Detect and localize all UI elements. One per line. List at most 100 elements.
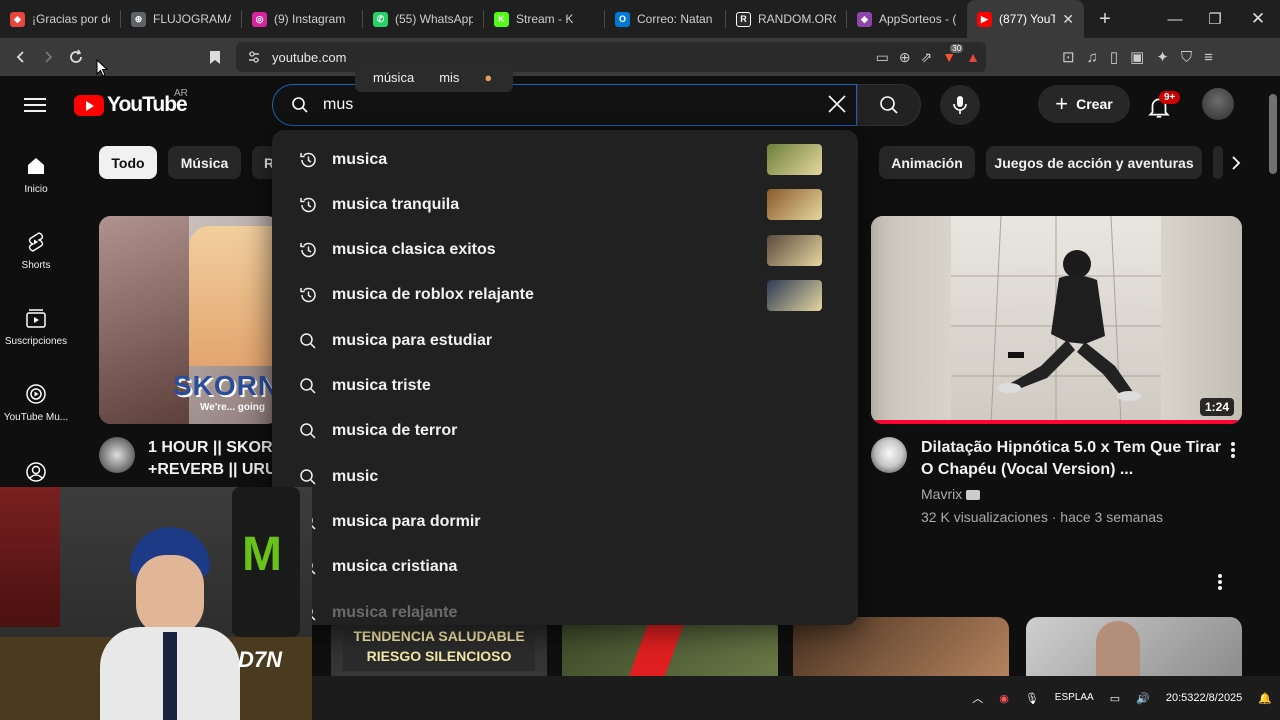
create-button[interactable]: + Crear xyxy=(1038,85,1130,123)
video-thumbnail-left[interactable]: SKORN We're... going xyxy=(99,216,279,424)
minimize-button[interactable]: — xyxy=(1155,0,1195,38)
sidebar-item-label: Suscripciones xyxy=(4,336,68,347)
sidebar-item-suscripciones[interactable]: Suscripciones xyxy=(0,306,72,347)
browser-tab[interactable]: ⊕ FLUJOGRAMA xyxy=(121,0,241,38)
video-thumbnail-right[interactable]: 1:24 xyxy=(871,216,1242,424)
clock-date: 22/8/2025 xyxy=(1193,691,1243,704)
browser-tab[interactable]: ◎ (9) Instagram xyxy=(242,0,362,38)
tab-search-icon[interactable]: ⊡ xyxy=(1062,48,1075,66)
cast-icon[interactable]: ▭ xyxy=(876,49,889,66)
notification-bell-icon[interactable]: 🔔 xyxy=(1258,692,1272,705)
menu-icon[interactable]: ≡ xyxy=(1204,49,1213,66)
suggestion-item[interactable]: musica xyxy=(272,137,858,182)
share-icon[interactable]: ⇗ xyxy=(921,49,933,66)
video-title-left[interactable]: 1 HOUR || SKORN +REVERB || URUM xyxy=(148,437,278,481)
app-tray-icon[interactable]: ◉ xyxy=(999,692,1009,705)
volume-icon[interactable]: 🔊 xyxy=(1136,692,1150,705)
network-icon[interactable]: ▭ xyxy=(1110,692,1120,705)
reload-button[interactable] xyxy=(62,43,90,71)
face-shape xyxy=(136,555,204,635)
thumbnail-overlay-text: SKORN xyxy=(173,370,279,401)
shelf-options-button[interactable] xyxy=(1212,572,1228,592)
tab-favicon-icon: ◎ xyxy=(252,11,267,27)
channel-avatar-right[interactable] xyxy=(871,437,907,473)
maximize-button[interactable]: ❐ xyxy=(1195,0,1235,38)
youtube-logo[interactable]: YouTube xyxy=(74,93,188,117)
microphone-icon[interactable]: 🎙 xyxy=(1025,692,1039,705)
suggestion-item[interactable]: musica relajante xyxy=(272,590,858,625)
account-avatar[interactable] xyxy=(1202,88,1234,120)
hint-word-1[interactable]: música xyxy=(373,70,414,85)
energy-can-shape: M xyxy=(232,487,300,637)
browser-tab[interactable]: R RANDOM.ORG xyxy=(726,0,846,38)
suggestion-text: musica para estudiar xyxy=(332,331,493,349)
search-input[interactable] xyxy=(323,96,793,114)
chip-juegos-accion-aventuras[interactable]: Juegos de acción y aventuras xyxy=(986,146,1202,179)
vpn-icon[interactable]: ⛉ xyxy=(1181,49,1192,66)
bookmark-button[interactable] xyxy=(201,43,229,71)
clear-search-button[interactable] xyxy=(822,91,852,121)
scrollbar-thumb[interactable] xyxy=(1269,94,1277,174)
language-indicator[interactable]: ESP LAA xyxy=(1055,691,1094,705)
subscriptions-icon xyxy=(26,309,46,328)
suggestion-item[interactable]: musica de roblox relajante xyxy=(272,273,858,318)
address-bar[interactable]: youtube.com ▭ ⊕ ⇗ ▼ 30 ▲ xyxy=(236,42,986,72)
video-options-button[interactable] xyxy=(1225,440,1241,460)
suggestion-item[interactable]: musica para dormir xyxy=(272,499,858,544)
suggestion-item[interactable]: musica de terror xyxy=(272,409,858,454)
chevron-up-icon[interactable]: ︿ xyxy=(972,690,983,706)
chip-musica[interactable]: Música xyxy=(168,146,241,179)
sidebar-toggle-icon[interactable]: ▯ xyxy=(1110,48,1118,66)
sidebar-item-inicio[interactable]: Inicio xyxy=(0,154,72,195)
site-settings-icon[interactable] xyxy=(247,50,261,64)
forward-button[interactable] xyxy=(34,43,62,71)
wallet-icon[interactable]: ▣ xyxy=(1130,48,1144,66)
suggestion-item[interactable]: musica para estudiar xyxy=(272,318,858,363)
media-icon[interactable]: ♫ xyxy=(1087,49,1098,66)
back-button[interactable] xyxy=(7,43,35,71)
video-title-right[interactable]: Dilatação Hipnótica 5.0 x Tem Que Tirar … xyxy=(921,437,1221,481)
new-tab-button[interactable]: + xyxy=(1090,8,1120,31)
browser-tab[interactable]: ✆ (55) WhatsApp xyxy=(363,0,483,38)
search-button[interactable] xyxy=(857,84,921,126)
tab-favicon-icon: R xyxy=(736,11,751,27)
browser-tab[interactable]: ◆ AppSorteos - ( xyxy=(847,0,967,38)
guide-menu-button[interactable] xyxy=(24,94,46,116)
suggestion-item[interactable]: music xyxy=(272,454,858,499)
brave-rewards-icon[interactable]: ▲ xyxy=(966,49,980,65)
chip-animacion[interactable]: Animación xyxy=(879,146,975,179)
sidebar-item-youtube-music[interactable]: YouTube Mu... xyxy=(0,382,72,423)
short-thumbnail-1-line2: RIESGO SILENCIOSO xyxy=(366,648,512,664)
thumbnail-overlay-subtext: We're... going xyxy=(200,402,265,413)
sidebar-item-shorts[interactable]: Shorts xyxy=(0,230,72,271)
tab-title: Stream - K xyxy=(516,12,574,26)
mouse-cursor-icon xyxy=(96,59,108,77)
chips-next-button[interactable] xyxy=(1218,146,1254,179)
zoom-icon[interactable]: ⊕ xyxy=(899,49,911,66)
page-scrollbar[interactable] xyxy=(1266,76,1280,676)
url-text: youtube.com xyxy=(272,49,347,65)
suggestion-item[interactable]: musica tranquila xyxy=(272,182,858,227)
suggestion-item[interactable]: musica triste xyxy=(272,364,858,409)
browser-tab[interactable]: O Correo: Natan xyxy=(605,0,725,38)
suggestion-text: musica xyxy=(332,150,388,168)
suggestion-item[interactable]: musica clasica exitos xyxy=(272,228,858,273)
browser-tab[interactable]: ▶ (877) YouT ✕ xyxy=(967,0,1084,38)
voice-search-button[interactable] xyxy=(940,85,980,125)
window-close-button[interactable]: ✕ xyxy=(1238,0,1278,38)
browser-tab[interactable]: ◆ ¡Gracias por de xyxy=(0,0,120,38)
sidebar-item-label: YouTube Mu... xyxy=(3,412,69,423)
browser-tab[interactable]: K Stream - K xyxy=(484,0,604,38)
clock[interactable]: 20:53 22/8/2025 xyxy=(1166,691,1242,706)
channel-avatar-left[interactable] xyxy=(99,437,135,473)
sidebar-item-account[interactable] xyxy=(0,460,72,484)
bookmark-icon xyxy=(210,50,220,64)
channel-name[interactable]: Mavrix xyxy=(921,486,981,502)
brave-shield-icon[interactable]: ▼ 30 xyxy=(942,44,964,65)
leo-icon[interactable]: ✦ xyxy=(1156,48,1169,66)
hint-word-2[interactable]: mis xyxy=(439,70,459,85)
close-icon xyxy=(828,95,846,113)
chip-todo[interactable]: Todo xyxy=(99,146,157,179)
suggestion-item[interactable]: musica cristiana xyxy=(272,545,858,590)
tab-close-icon[interactable]: ✕ xyxy=(1062,11,1074,28)
